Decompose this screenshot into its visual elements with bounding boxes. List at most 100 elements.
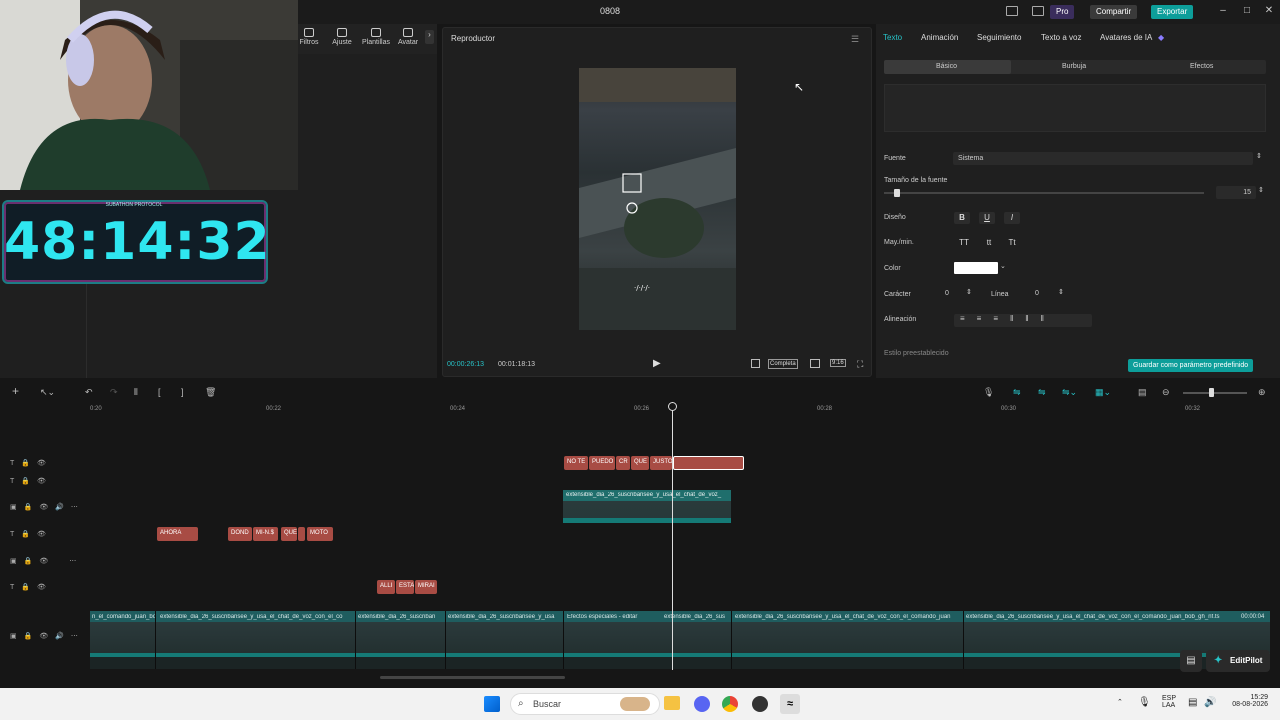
split-icon[interactable]: ⫴	[134, 387, 138, 398]
font-select[interactable]: Sistema	[953, 152, 1253, 165]
text-clip[interactable]: MOTO	[307, 527, 333, 541]
chevron-up-icon[interactable]: ⌃	[1117, 698, 1123, 706]
lowercase-button[interactable]: tt	[981, 237, 997, 249]
slider-handle[interactable]	[893, 189, 900, 197]
subtab-effects[interactable]: Efectos	[1190, 63, 1213, 70]
volume-icon[interactable]: 🔊	[1204, 697, 1216, 708]
tab-tts[interactable]: Texto a voz	[1041, 33, 1081, 42]
text-clip[interactable]: NO TE	[564, 456, 588, 470]
save-preset-button[interactable]: Guardar como parámetro predefinido	[1128, 359, 1254, 372]
export-button[interactable]: Exportar	[1151, 5, 1194, 19]
caption-icon[interactable]: ▤	[1138, 387, 1147, 398]
stepper-icon[interactable]: ⇕	[1258, 186, 1264, 194]
track-controls[interactable]: T 🔒 👁	[10, 583, 46, 591]
chevron-right-icon[interactable]: ›	[425, 30, 434, 44]
zoom-in-icon[interactable]: ⊕	[1258, 387, 1266, 398]
trim-right-icon[interactable]: ]	[181, 387, 184, 397]
complete-button[interactable]: Completa	[768, 359, 798, 369]
snap-icon[interactable]: ⇋⌄	[1062, 387, 1077, 398]
microphone-tray-icon[interactable]: 🎙	[1138, 697, 1151, 708]
font-size-slider[interactable]	[884, 192, 1204, 194]
layout-icon[interactable]	[1006, 6, 1018, 16]
panel-icon[interactable]	[1032, 6, 1044, 16]
track-controls[interactable]: ▣ 🔒 👁 🔊 ⋯	[10, 503, 78, 511]
track-controls[interactable]: T 🔒 👁	[10, 459, 46, 467]
line-value[interactable]: 0	[1035, 290, 1039, 297]
text-clip[interactable]: DOND	[228, 527, 252, 541]
text-clip-selected[interactable]	[673, 456, 744, 470]
network-icon[interactable]: ▤	[1188, 697, 1197, 708]
assistant-icon[interactable]: ▤	[1180, 650, 1202, 672]
text-clip[interactable]: ESTA	[396, 580, 414, 594]
stepper-icon[interactable]: ⇕	[966, 288, 972, 296]
track-controls[interactable]: ▣ 🔒 👁 🔊 ⋯	[10, 632, 78, 640]
editpilot-button[interactable]: ✦ EditPilot	[1206, 650, 1270, 672]
text-input[interactable]	[884, 84, 1266, 132]
text-clip[interactable]: PUEDO	[589, 456, 615, 470]
tool-avatar[interactable]: Avatar	[391, 28, 425, 46]
link-icon[interactable]: ⇋	[1013, 387, 1021, 398]
zoom-out-icon[interactable]: ⊖	[1162, 387, 1170, 398]
tool-templates[interactable]: Plantillas	[359, 28, 393, 46]
ratio-button[interactable]: 9:16	[830, 359, 846, 367]
subtab-basic[interactable]: Básico	[936, 63, 957, 70]
chevron-down-icon[interactable]: ⌄	[1000, 262, 1006, 270]
track-controls[interactable]: T 🔒 👁	[10, 477, 46, 485]
track-controls[interactable]: ▣ 🔒 👁 ⋯	[10, 557, 76, 565]
tool-adjust[interactable]: Ajuste	[325, 28, 359, 46]
microphone-icon[interactable]: 🎙	[983, 387, 994, 398]
stepper-icon[interactable]: ⇕	[1058, 288, 1064, 296]
select-tool-icon[interactable]: ↖⌄	[40, 387, 55, 398]
text-clip[interactable]: QUE	[631, 456, 649, 470]
undo-icon[interactable]: ↶	[85, 387, 93, 398]
character-value[interactable]: 0	[945, 290, 949, 297]
minimize-icon[interactable]: –	[1216, 4, 1230, 18]
titlecase-button[interactable]: Tt	[1004, 237, 1020, 249]
delete-icon[interactable]: 🗑	[205, 387, 216, 398]
language-indicator[interactable]: ESP LAA	[1162, 695, 1176, 709]
italic-button[interactable]: I	[1004, 212, 1020, 224]
menu-icon[interactable]: ☰	[851, 34, 859, 45]
clock[interactable]: 15:29 08-08-2026	[1222, 694, 1268, 708]
tab-animation[interactable]: Animación	[921, 33, 958, 42]
add-icon[interactable]: +	[12, 384, 19, 398]
chrome-icon[interactable]	[722, 696, 738, 712]
windows-start-icon[interactable]	[484, 696, 500, 712]
tab-ai-avatars[interactable]: Avatares de IA	[1100, 33, 1152, 42]
text-clip[interactable]: CR	[616, 456, 630, 470]
close-icon[interactable]: ✕	[1262, 4, 1276, 18]
video-clip[interactable]: extensible_dia_26_suscribansee_y_usa_el_…	[563, 490, 731, 523]
uppercase-button[interactable]: TT	[956, 237, 972, 249]
color-swatch[interactable]	[954, 262, 998, 274]
font-size-field[interactable]: 15	[1216, 186, 1256, 199]
text-clip[interactable]	[298, 527, 305, 541]
tab-text[interactable]: Texto	[883, 33, 902, 42]
pro-button[interactable]: Pro	[1050, 5, 1075, 19]
subtab-bubble[interactable]: Burbuja	[1062, 63, 1086, 70]
text-clip[interactable]: ALLI	[377, 580, 395, 594]
text-clip[interactable]: AHORA	[157, 527, 198, 541]
redo-icon[interactable]: ↷	[110, 387, 118, 398]
timeline-scrollbar[interactable]	[380, 676, 565, 679]
capcut-icon[interactable]: ≈	[780, 694, 800, 714]
tab-tracking[interactable]: Seguimiento	[977, 33, 1021, 42]
crop-icon[interactable]	[751, 359, 760, 368]
share-button[interactable]: Compartir	[1090, 5, 1138, 19]
preview-axis-icon[interactable]: ▦⌄	[1095, 387, 1111, 398]
playhead-handle[interactable]	[668, 402, 677, 411]
alignment-group[interactable]: ≡≡≡‖‖‖	[954, 314, 1092, 327]
bold-button[interactable]: B	[954, 212, 970, 224]
discord-icon[interactable]	[694, 696, 710, 712]
fullscreen-icon[interactable]: ⛶	[857, 359, 863, 370]
magnet-icon[interactable]: ⇋	[1038, 387, 1046, 398]
text-clip[interactable]: MI-N.$	[253, 527, 278, 541]
focus-icon[interactable]	[810, 359, 820, 368]
stepper-icon[interactable]: ⇕	[1256, 152, 1262, 160]
text-clip[interactable]: MIRAI	[415, 580, 437, 594]
play-icon[interactable]: ▶	[653, 358, 661, 369]
text-clip[interactable]: QUE	[281, 527, 297, 541]
text-clip[interactable]: JUSTO	[650, 456, 672, 470]
folder-icon[interactable]	[664, 696, 680, 710]
zoom-handle[interactable]	[1209, 388, 1214, 397]
obs-icon[interactable]	[752, 696, 768, 712]
